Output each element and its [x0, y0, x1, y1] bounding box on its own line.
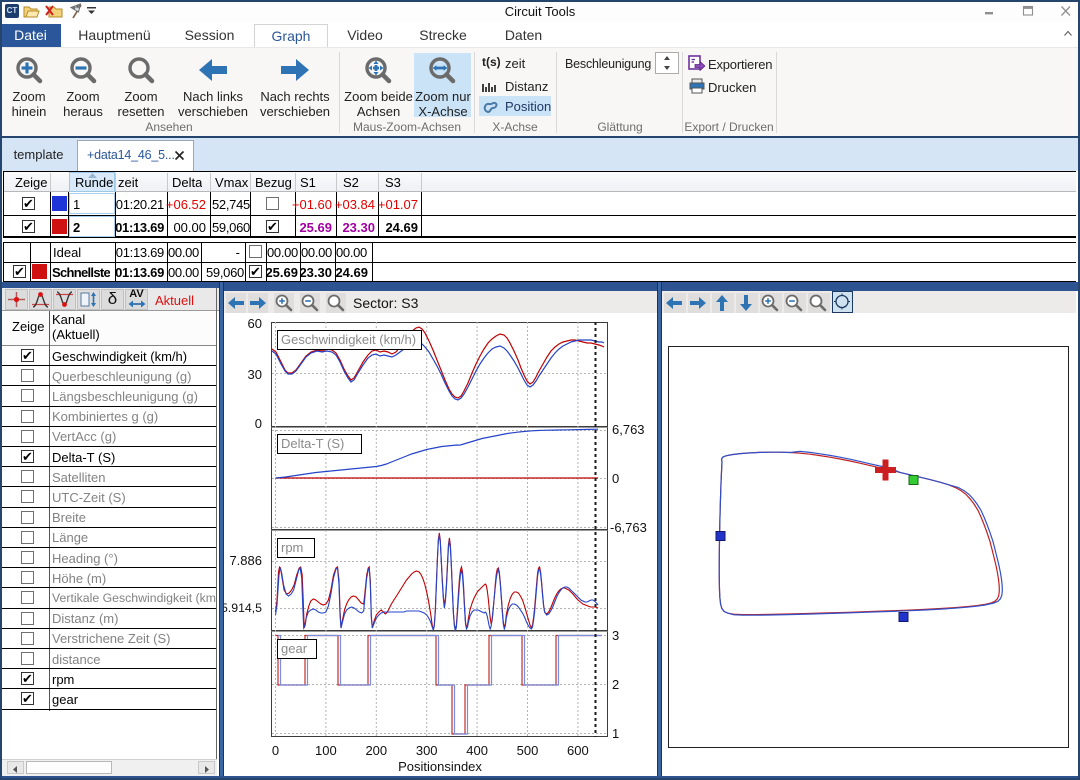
svg-text:300: 300: [416, 743, 438, 758]
svg-text:60: 60: [248, 316, 262, 331]
svg-text:30: 30: [248, 367, 262, 382]
svg-text:-6,763: -6,763: [610, 520, 647, 535]
svg-text:5.914,5: 5.914,5: [224, 601, 262, 615]
svg-text:0: 0: [255, 416, 262, 431]
svg-text:600: 600: [567, 743, 589, 758]
svg-text:200: 200: [365, 743, 387, 758]
svg-text:500: 500: [517, 743, 539, 758]
svg-text:gear: gear: [281, 641, 308, 656]
svg-text:1: 1: [612, 726, 619, 741]
svg-text:3: 3: [612, 628, 619, 643]
svg-text:100: 100: [315, 743, 337, 758]
svg-text:6,763: 6,763: [612, 422, 645, 437]
svg-text:rpm: rpm: [281, 540, 303, 555]
svg-text:Delta-T (S): Delta-T (S): [281, 436, 344, 451]
svg-text:400: 400: [466, 743, 488, 758]
svg-text:7.886: 7.886: [229, 553, 262, 568]
svg-text:0: 0: [612, 471, 619, 486]
svg-text:Geschwindigkeit (km/h): Geschwindigkeit (km/h): [281, 332, 416, 347]
svg-text:0: 0: [272, 743, 279, 758]
svg-text:2: 2: [612, 677, 619, 692]
svg-text:Positionsindex: Positionsindex: [398, 759, 482, 774]
